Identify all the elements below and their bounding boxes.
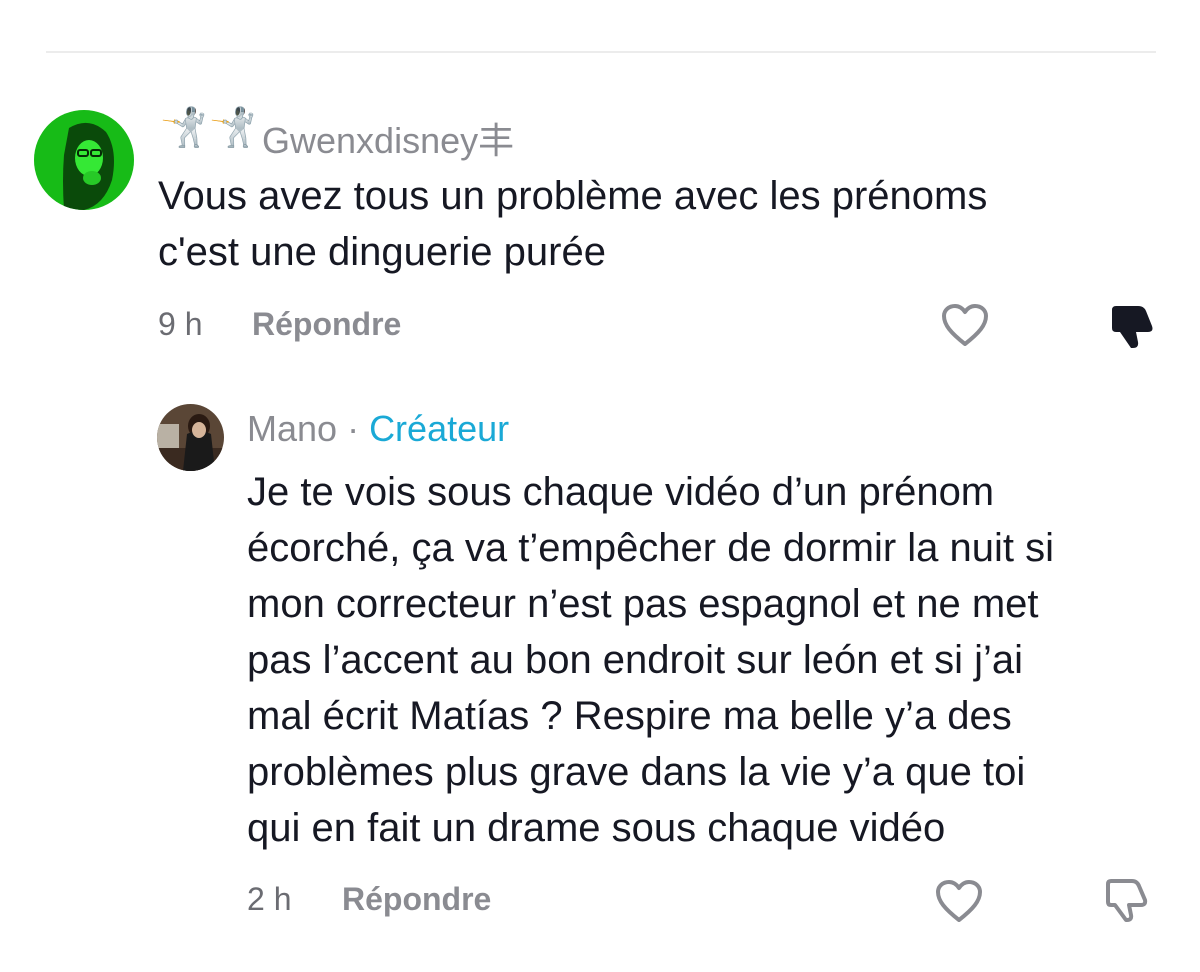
- username[interactable]: Gwenxdisney丰: [262, 112, 514, 164]
- reply-text-line: qui en fait un drame sous chaque vidéo: [247, 806, 946, 850]
- reply-text-line: mal écrit Matías ? Respire ma belle y’a …: [247, 694, 1012, 738]
- reply-button[interactable]: Répondre: [342, 881, 491, 918]
- reply-text-line: problèmes plus grave dans la vie y’a que…: [247, 750, 1026, 794]
- separator-dot: ·: [337, 408, 370, 449]
- comment-text-line: Vous avez tous un problème avec les prén…: [158, 174, 988, 218]
- like-heart-icon[interactable]: [934, 878, 984, 924]
- like-heart-icon[interactable]: [940, 302, 990, 348]
- comment-text-line: c'est une dinguerie purée: [158, 230, 606, 274]
- comment-time: 9 h: [158, 306, 203, 342]
- avatar[interactable]: [34, 110, 134, 210]
- username[interactable]: Mano · Créateur: [247, 408, 509, 450]
- reply-text-line: mon correcteur n’est pas espagnol et ne …: [247, 582, 1039, 626]
- dislike-thumb-filled-icon[interactable]: [1108, 302, 1158, 350]
- creator-badge: Créateur: [369, 408, 510, 449]
- reply-button[interactable]: Répondre: [252, 306, 401, 343]
- reply-time: 2 h: [247, 881, 292, 917]
- comment-text: Vous avez tous un problème avec les prén…: [158, 168, 987, 280]
- top-divider: [46, 51, 1156, 53]
- reply-text: Je te vois sous chaque vidéo d’un prénom…: [247, 464, 1054, 856]
- reply-username[interactable]: Mano: [247, 408, 337, 449]
- reply-text-line: pas l’accent au bon endroit sur león et …: [247, 638, 1024, 682]
- fencer-badge-icon: 🤺🤺: [160, 107, 259, 149]
- avatar[interactable]: [157, 404, 224, 471]
- reply-text-line: écorché, ça va t’empêcher de dormir la n…: [247, 526, 1055, 570]
- dislike-thumb-outline-icon[interactable]: [1102, 876, 1152, 924]
- reply-text-line: Je te vois sous chaque vidéo d’un prénom: [247, 470, 995, 514]
